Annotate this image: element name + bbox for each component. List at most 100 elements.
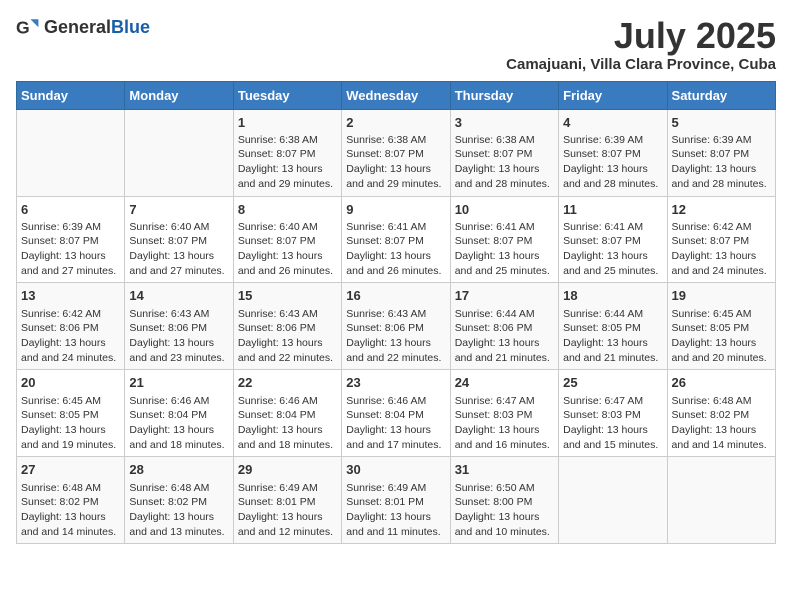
day-info: Sunrise: 6:45 AMSunset: 8:05 PMDaylight:… xyxy=(21,394,120,453)
day-info: Sunrise: 6:47 AMSunset: 8:03 PMDaylight:… xyxy=(455,394,554,453)
day-number: 28 xyxy=(129,461,228,479)
day-info: Sunrise: 6:39 AMSunset: 8:07 PMDaylight:… xyxy=(21,220,120,279)
calendar-cell: 11Sunrise: 6:41 AMSunset: 8:07 PMDayligh… xyxy=(559,196,667,283)
day-info: Sunrise: 6:38 AMSunset: 8:07 PMDaylight:… xyxy=(346,133,445,192)
day-info: Sunrise: 6:38 AMSunset: 8:07 PMDaylight:… xyxy=(238,133,337,192)
day-number: 23 xyxy=(346,374,445,392)
day-info: Sunrise: 6:40 AMSunset: 8:07 PMDaylight:… xyxy=(238,220,337,279)
day-number: 2 xyxy=(346,114,445,132)
calendar-table: SundayMondayTuesdayWednesdayThursdayFrid… xyxy=(16,81,776,545)
day-info: Sunrise: 6:44 AMSunset: 8:05 PMDaylight:… xyxy=(563,307,662,366)
logo-icon: G xyxy=(16,16,40,40)
weekday-header-saturday: Saturday xyxy=(667,81,775,109)
day-number: 9 xyxy=(346,201,445,219)
day-number: 22 xyxy=(238,374,337,392)
day-number: 1 xyxy=(238,114,337,132)
day-info: Sunrise: 6:47 AMSunset: 8:03 PMDaylight:… xyxy=(563,394,662,453)
week-row-2: 6Sunrise: 6:39 AMSunset: 8:07 PMDaylight… xyxy=(17,196,776,283)
day-info: Sunrise: 6:39 AMSunset: 8:07 PMDaylight:… xyxy=(563,133,662,192)
day-info: Sunrise: 6:49 AMSunset: 8:01 PMDaylight:… xyxy=(346,481,445,540)
day-info: Sunrise: 6:43 AMSunset: 8:06 PMDaylight:… xyxy=(129,307,228,366)
calendar-cell: 27 Sunrise: 6:48 AMSunset: 8:02 PMDayligh… xyxy=(17,457,125,544)
calendar-cell: 7Sunrise: 6:40 AMSunset: 8:07 PMDaylight… xyxy=(125,196,233,283)
calendar-cell: 5Sunrise: 6:39 AMSunset: 8:07 PMDaylight… xyxy=(667,109,775,196)
day-info: Sunrise: 6:50 AMSunset: 8:00 PMDaylight:… xyxy=(455,481,554,540)
week-row-4: 20Sunrise: 6:45 AMSunset: 8:05 PMDayligh… xyxy=(17,370,776,457)
day-number: 17 xyxy=(455,287,554,305)
day-number: 10 xyxy=(455,201,554,219)
day-number: 5 xyxy=(672,114,771,132)
logo-general-text: General xyxy=(44,17,111,37)
day-number: 15 xyxy=(238,287,337,305)
weekday-header-monday: Monday xyxy=(125,81,233,109)
day-info: Sunrise: 6:48 AMSunset: 8:02 PMDaylight:… xyxy=(129,481,228,540)
calendar-cell xyxy=(125,109,233,196)
calendar-cell: 25 Sunrise: 6:47 AMSunset: 8:03 PMDayligh… xyxy=(559,370,667,457)
svg-text:G: G xyxy=(16,18,30,38)
day-info: Sunrise: 6:38 AMSunset: 8:07 PMDaylight:… xyxy=(455,133,554,192)
day-info: Sunrise: 6:42 AMSunset: 8:07 PMDaylight:… xyxy=(672,220,771,279)
calendar-cell: 31 Sunrise: 6:50 AMSunset: 8:00 PMDayligh… xyxy=(450,457,558,544)
calendar-cell: 20Sunrise: 6:45 AMSunset: 8:05 PMDayligh… xyxy=(17,370,125,457)
day-number: 3 xyxy=(455,114,554,132)
day-number: 12 xyxy=(672,201,771,219)
day-number: 26 xyxy=(672,374,771,392)
day-info: Sunrise: 6:48 AMSunset: 8:02 PMDaylight:… xyxy=(672,394,771,453)
weekday-header-tuesday: Tuesday xyxy=(233,81,341,109)
calendar-cell: 28 Sunrise: 6:48 AMSunset: 8:02 PMDayligh… xyxy=(125,457,233,544)
weekday-header-row: SundayMondayTuesdayWednesdayThursdayFrid… xyxy=(17,81,776,109)
day-number: 24 xyxy=(455,374,554,392)
calendar-cell: 1Sunrise: 6:38 AMSunset: 8:07 PMDaylight… xyxy=(233,109,341,196)
calendar-cell: 6Sunrise: 6:39 AMSunset: 8:07 PMDaylight… xyxy=(17,196,125,283)
calendar-cell: 10Sunrise: 6:41 AMSunset: 8:07 PMDayligh… xyxy=(450,196,558,283)
day-number: 25 xyxy=(563,374,662,392)
week-row-3: 13 Sunrise: 6:42 AMSunset: 8:06 PMDayligh… xyxy=(17,283,776,370)
day-number: 27 xyxy=(21,461,120,479)
day-info: Sunrise: 6:41 AMSunset: 8:07 PMDaylight:… xyxy=(346,220,445,279)
day-number: 19 xyxy=(672,287,771,305)
calendar-cell: 30Sunrise: 6:49 AMSunset: 8:01 PMDayligh… xyxy=(342,457,450,544)
calendar-cell: 13 Sunrise: 6:42 AMSunset: 8:06 PMDayligh… xyxy=(17,283,125,370)
day-info: Sunrise: 6:39 AMSunset: 8:07 PMDaylight:… xyxy=(672,133,771,192)
calendar-cell: 15Sunrise: 6:43 AMSunset: 8:06 PMDayligh… xyxy=(233,283,341,370)
week-row-1: 1Sunrise: 6:38 AMSunset: 8:07 PMDaylight… xyxy=(17,109,776,196)
day-info: Sunrise: 6:43 AMSunset: 8:06 PMDaylight:… xyxy=(346,307,445,366)
calendar-cell xyxy=(17,109,125,196)
day-number: 18 xyxy=(563,287,662,305)
day-number: 7 xyxy=(129,201,228,219)
day-info: Sunrise: 6:48 AMSunset: 8:02 PMDaylight:… xyxy=(21,481,120,540)
calendar-cell: 21Sunrise: 6:46 AMSunset: 8:04 PMDayligh… xyxy=(125,370,233,457)
day-info: Sunrise: 6:41 AMSunset: 8:07 PMDaylight:… xyxy=(563,220,662,279)
day-number: 16 xyxy=(346,287,445,305)
day-info: Sunrise: 6:45 AMSunset: 8:05 PMDaylight:… xyxy=(672,307,771,366)
calendar-cell: 23Sunrise: 6:46 AMSunset: 8:04 PMDayligh… xyxy=(342,370,450,457)
weekday-header-friday: Friday xyxy=(559,81,667,109)
logo-blue-text: Blue xyxy=(111,17,150,37)
calendar-cell: 16 Sunrise: 6:43 AMSunset: 8:06 PMDayligh… xyxy=(342,283,450,370)
day-number: 13 xyxy=(21,287,120,305)
calendar-cell: 8Sunrise: 6:40 AMSunset: 8:07 PMDaylight… xyxy=(233,196,341,283)
calendar-cell: 12Sunrise: 6:42 AMSunset: 8:07 PMDayligh… xyxy=(667,196,775,283)
day-number: 8 xyxy=(238,201,337,219)
title-area: July 2025 Camajuani, Villa Clara Provinc… xyxy=(506,16,776,73)
day-info: Sunrise: 6:49 AMSunset: 8:01 PMDaylight:… xyxy=(238,481,337,540)
calendar-cell xyxy=(559,457,667,544)
weekday-header-wednesday: Wednesday xyxy=(342,81,450,109)
calendar-cell: 19 Sunrise: 6:45 AMSunset: 8:05 PMDayligh… xyxy=(667,283,775,370)
day-info: Sunrise: 6:44 AMSunset: 8:06 PMDaylight:… xyxy=(455,307,554,366)
day-number: 31 xyxy=(455,461,554,479)
weekday-header-sunday: Sunday xyxy=(17,81,125,109)
day-info: Sunrise: 6:46 AMSunset: 8:04 PMDaylight:… xyxy=(238,394,337,453)
calendar-cell: 4Sunrise: 6:39 AMSunset: 8:07 PMDaylight… xyxy=(559,109,667,196)
day-info: Sunrise: 6:41 AMSunset: 8:07 PMDaylight:… xyxy=(455,220,554,279)
day-number: 14 xyxy=(129,287,228,305)
week-row-5: 27 Sunrise: 6:48 AMSunset: 8:02 PMDayligh… xyxy=(17,457,776,544)
calendar-cell: 3Sunrise: 6:38 AMSunset: 8:07 PMDaylight… xyxy=(450,109,558,196)
calendar-cell: 9Sunrise: 6:41 AMSunset: 8:07 PMDaylight… xyxy=(342,196,450,283)
calendar-cell: 14 Sunrise: 6:43 AMSunset: 8:06 PMDayligh… xyxy=(125,283,233,370)
day-number: 29 xyxy=(238,461,337,479)
location-title: Camajuani, Villa Clara Province, Cuba xyxy=(506,56,776,73)
weekday-header-thursday: Thursday xyxy=(450,81,558,109)
day-info: Sunrise: 6:42 AMSunset: 8:06 PMDaylight:… xyxy=(21,307,120,366)
month-title: July 2025 xyxy=(506,16,776,56)
